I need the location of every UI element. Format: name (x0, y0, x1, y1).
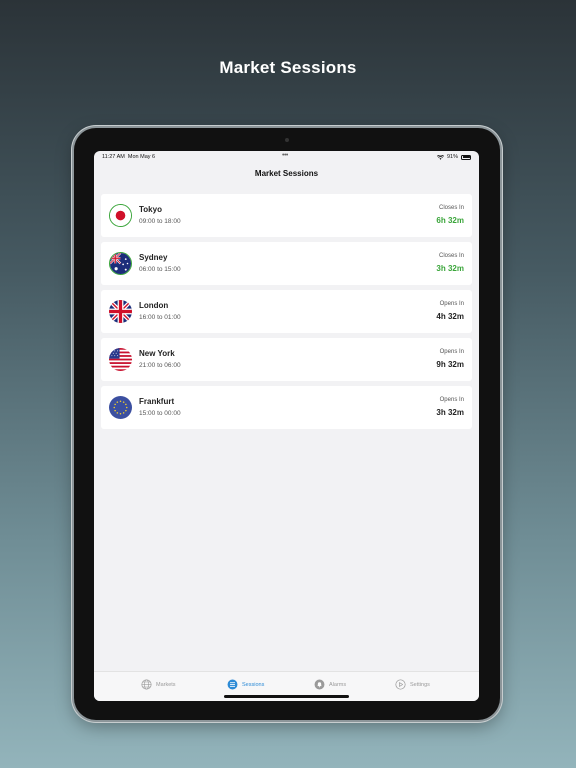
market-list: Tokyo 09:00 to 18:00 Closes In 6h 32m Sy… (101, 194, 472, 434)
tab-alarms[interactable]: Alarms (314, 679, 346, 690)
market-hours: 21:00 to 06:00 (139, 362, 181, 369)
uk-flag-icon (109, 300, 132, 323)
time-remaining: 3h 32m (436, 264, 464, 273)
market-hours: 16:00 to 01:00 (139, 314, 181, 321)
battery-icon (461, 154, 471, 160)
camera-dot (285, 138, 289, 142)
time-remaining: 3h 32m (436, 408, 464, 417)
tab-label: Sessions (242, 681, 265, 688)
us-flag-icon (109, 348, 132, 371)
market-name: London (139, 301, 169, 310)
status-label: Opens In (439, 349, 464, 355)
market-hours: 06:00 to 15:00 (139, 266, 181, 273)
battery-percent: 91% (446, 154, 458, 160)
market-row-tokyo[interactable]: Tokyo 09:00 to 18:00 Closes In 6h 32m (101, 194, 472, 237)
market-hours: 15:00 to 00:00 (139, 410, 181, 417)
market-hours: 09:00 to 18:00 (139, 218, 181, 225)
status-label: Opens In (439, 397, 464, 403)
market-row-new-york[interactable]: New York 21:00 to 06:00 Opens In 9h 32m (101, 338, 472, 381)
market-name: Frankfurt (139, 397, 175, 406)
wifi-icon (436, 154, 444, 160)
time-remaining: 6h 32m (436, 216, 464, 225)
promo-headline: Market Sessions (219, 58, 357, 77)
time-remaining: 9h 32m (436, 360, 464, 369)
nav-title: Market Sessions (254, 169, 319, 178)
globe-icon (141, 679, 152, 690)
status-label: Closes In (438, 205, 464, 211)
play-icon (395, 679, 406, 690)
tab-label: Settings (410, 681, 430, 688)
device-volume-up (500, 172, 503, 198)
eu-flag-icon (109, 396, 132, 419)
market-row-london[interactable]: London 16:00 to 01:00 Opens In 4h 32m (101, 290, 472, 333)
market-row-sydney[interactable]: Sydney 06:00 to 15:00 Closes In 3h 32m (101, 242, 472, 285)
market-name: New York (139, 349, 175, 358)
tab-sessions[interactable]: Sessions (227, 679, 264, 690)
japan-flag-icon (109, 204, 132, 227)
home-indicator[interactable] (224, 695, 349, 698)
bell-icon (314, 679, 325, 690)
tab-label: Markets (156, 681, 176, 688)
status-right: 91% (436, 154, 471, 160)
tab-label: Alarms (329, 681, 347, 688)
status-bar: 11:27 AM Mon May 6 ••• 91% (94, 151, 479, 164)
time-remaining: 4h 32m (436, 312, 464, 321)
status-label: Closes In (438, 253, 464, 259)
market-row-frankfurt[interactable]: Frankfurt 15:00 to 00:00 Opens In 3h 32m (101, 386, 472, 429)
tab-settings[interactable]: Settings (395, 679, 430, 690)
tab-markets[interactable]: Markets (141, 679, 176, 690)
status-time: 11:27 AM Mon May 6 (102, 154, 156, 160)
app-screen: 11:27 AM Mon May 6 ••• 91% Market Sessio… (94, 151, 479, 701)
australia-flag-icon (109, 252, 132, 275)
list-icon (227, 679, 238, 690)
status-label: Opens In (439, 301, 464, 307)
device-volume-down (500, 202, 503, 228)
market-name: Sydney (139, 253, 168, 262)
market-name: Tokyo (139, 205, 162, 214)
multitask-dots[interactable]: ••• (282, 152, 288, 159)
